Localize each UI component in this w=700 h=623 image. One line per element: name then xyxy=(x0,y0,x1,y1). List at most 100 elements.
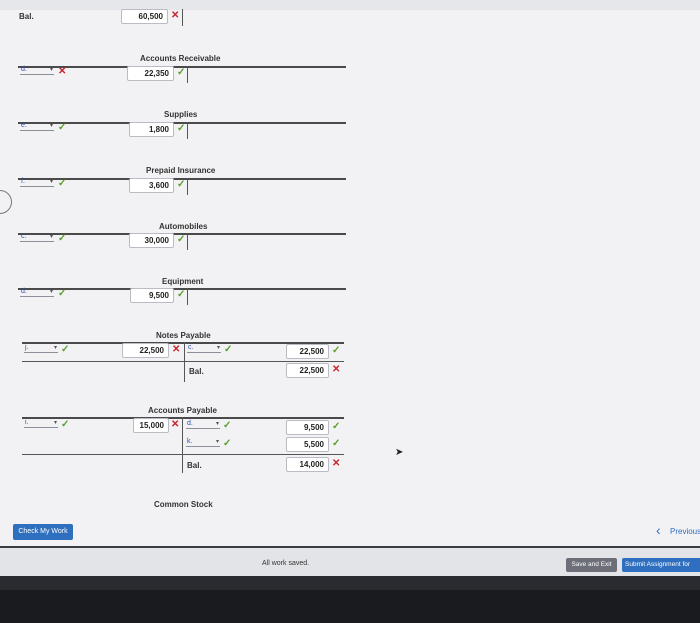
t-account-divider xyxy=(182,9,183,26)
cursor-icon: ➤ xyxy=(395,447,404,458)
chevron-left-icon: ‹ xyxy=(656,522,661,538)
t-account-divider xyxy=(187,288,188,305)
incorrect-icon: ✕ xyxy=(171,10,180,21)
chevron-down-icon: ▾ xyxy=(53,420,57,426)
account-select-prepaid[interactable]: f. ▾ xyxy=(20,177,54,187)
account-title-supplies: Supplies xyxy=(164,110,198,119)
chevron-down-icon: ▾ xyxy=(53,345,57,351)
select-value: e. xyxy=(21,122,27,129)
account-title-accounts-payable: Accounts Payable xyxy=(148,406,217,415)
accounts-payable-right-field-1[interactable]: 9,500 xyxy=(286,420,329,435)
select-value: d. xyxy=(21,288,27,295)
accounts-payable-right-field-2[interactable]: 5,500 xyxy=(286,437,329,452)
top-bal-field[interactable]: 60,500 xyxy=(121,9,168,24)
t-account-total-line xyxy=(22,361,344,362)
check-my-work-button[interactable]: Check My Work xyxy=(13,524,73,540)
accounts-payable-left-field[interactable]: 15,000 xyxy=(133,418,169,433)
notes-payable-right-select[interactable]: c. ▾ xyxy=(187,343,221,353)
select-value: i. xyxy=(25,419,29,426)
correct-icon: ✓ xyxy=(58,288,67,299)
accounts-payable-right-select-2[interactable]: k. ▾ xyxy=(186,437,220,447)
t-account-divider xyxy=(187,233,188,250)
account-title-notes-payable: Notes Payable xyxy=(156,331,211,340)
correct-icon: ✓ xyxy=(58,233,67,244)
t-account-divider xyxy=(184,342,185,382)
side-panel-handle[interactable] xyxy=(0,190,12,214)
account-select-ar[interactable]: d. ▾ xyxy=(20,65,54,75)
t-account-divider xyxy=(182,417,183,473)
correct-icon: ✓ xyxy=(177,234,186,245)
account-title-common-stock: Common Stock xyxy=(154,500,213,509)
chevron-down-icon: ▾ xyxy=(216,345,220,351)
previous-label: Previous xyxy=(670,527,700,536)
chevron-down-icon: ▾ xyxy=(215,439,219,445)
notes-payable-bal-field[interactable]: 22,500 xyxy=(286,363,329,378)
chevron-down-icon: ▾ xyxy=(49,289,53,295)
correct-icon: ✓ xyxy=(332,438,341,449)
account-select-supplies[interactable]: e. ▾ xyxy=(20,121,54,131)
t-account-divider xyxy=(187,178,188,195)
notes-payable-left-select[interactable]: j. ▾ xyxy=(24,343,58,353)
notes-payable-left-field[interactable]: 22,500 xyxy=(122,343,169,358)
save-and-exit-button[interactable]: Save and Exit xyxy=(566,558,617,572)
monitor-bezel-lower xyxy=(0,590,700,623)
accounts-payable-bal-label: Bal. xyxy=(187,461,202,470)
account-field-prepaid[interactable]: 3,600 xyxy=(129,178,174,193)
select-value: f. xyxy=(21,178,25,185)
correct-icon: ✓ xyxy=(223,438,232,449)
correct-icon: ✓ xyxy=(177,289,186,300)
correct-icon: ✓ xyxy=(177,123,186,134)
account-title-equipment: Equipment xyxy=(162,277,204,286)
chevron-down-icon: ▾ xyxy=(49,179,53,185)
chevron-down-icon: ▾ xyxy=(49,123,53,129)
account-title-ar: Accounts Receivable xyxy=(140,54,221,63)
account-field-equipment[interactable]: 9,500 xyxy=(130,288,174,303)
account-select-automobiles[interactable]: c. ▾ xyxy=(20,232,54,242)
correct-icon: ✓ xyxy=(61,344,70,355)
correct-icon: ✓ xyxy=(223,420,232,431)
incorrect-icon: ✕ xyxy=(332,458,341,469)
accounts-payable-left-select[interactable]: i. ▾ xyxy=(24,418,58,428)
notes-payable-bal-label: Bal. xyxy=(189,367,204,376)
select-value: j. xyxy=(25,344,29,351)
t-account-line xyxy=(22,417,344,419)
correct-icon: ✓ xyxy=(332,345,341,356)
account-field-ar[interactable]: 22,350 xyxy=(127,66,174,81)
notes-payable-right-field[interactable]: 22,500 xyxy=(286,344,329,359)
worksheet: Bal. 60,500 ✕ Accounts Receivable d. ▾ ✕ … xyxy=(0,0,700,546)
t-account-divider xyxy=(187,66,188,83)
incorrect-icon: ✕ xyxy=(172,344,181,355)
accounts-payable-right-select-1[interactable]: d. ▾ xyxy=(186,419,220,429)
account-field-supplies[interactable]: 1,800 xyxy=(129,122,174,137)
select-value: k. xyxy=(187,438,193,445)
correct-icon: ✓ xyxy=(58,178,67,189)
chevron-down-icon: ▾ xyxy=(49,234,53,240)
top-band xyxy=(0,0,700,10)
correct-icon: ✓ xyxy=(61,419,70,430)
t-account-divider xyxy=(187,122,188,139)
correct-icon: ✓ xyxy=(58,122,67,133)
correct-icon: ✓ xyxy=(177,67,186,78)
correct-icon: ✓ xyxy=(224,344,233,355)
incorrect-icon: ✕ xyxy=(332,364,341,375)
chevron-down-icon: ▾ xyxy=(49,67,53,73)
account-field-automobiles[interactable]: 30,000 xyxy=(129,233,174,248)
t-account-total-line xyxy=(22,454,344,455)
account-select-equipment[interactable]: d. ▾ xyxy=(20,287,54,297)
incorrect-icon: ✕ xyxy=(58,66,67,77)
correct-icon: ✓ xyxy=(332,421,341,432)
submit-assignment-button[interactable]: Submit Assignment for xyxy=(622,558,700,572)
autosave-status: All work saved. xyxy=(262,560,310,567)
select-value: c. xyxy=(21,233,27,240)
incorrect-icon: ✕ xyxy=(171,419,180,430)
account-title-automobiles: Automobiles xyxy=(159,222,208,231)
correct-icon: ✓ xyxy=(177,179,186,190)
select-value: c. xyxy=(188,344,194,351)
accounts-payable-bal-field[interactable]: 14,000 xyxy=(286,457,329,472)
top-bal-label: Bal. xyxy=(19,12,34,21)
account-title-prepaid: Prepaid Insurance xyxy=(146,166,216,175)
chevron-down-icon: ▾ xyxy=(215,421,219,427)
screen: Bal. 60,500 ✕ Accounts Receivable d. ▾ ✕ … xyxy=(0,0,700,623)
previous-button[interactable]: ‹ Previous xyxy=(656,522,700,540)
select-value: d. xyxy=(21,66,27,73)
